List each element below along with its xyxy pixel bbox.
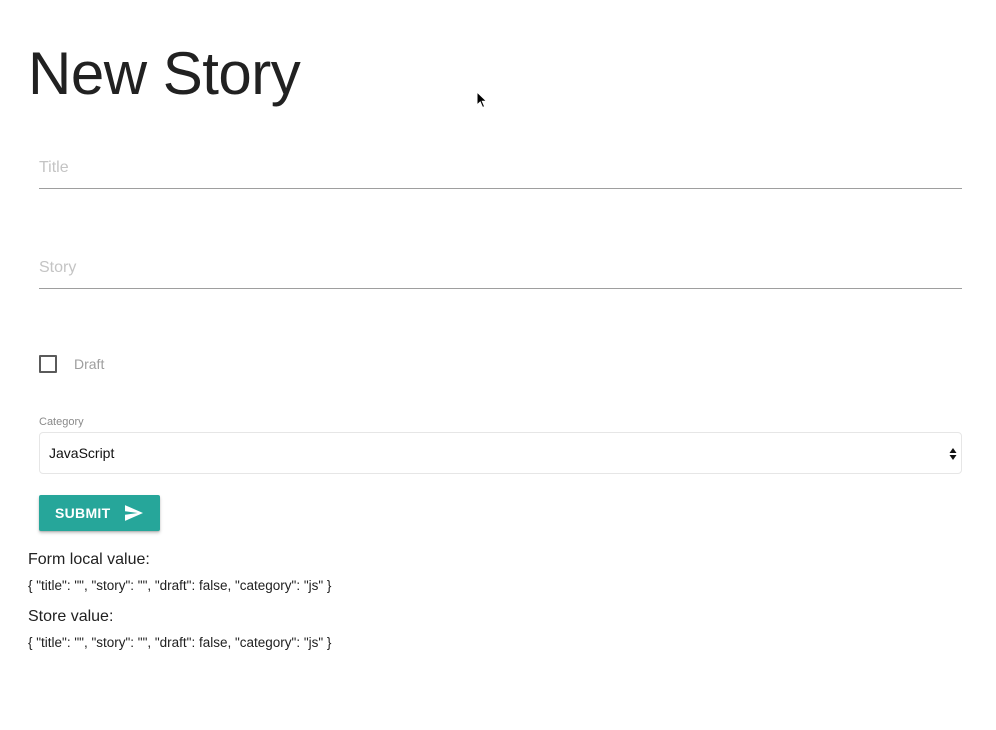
draft-checkbox[interactable] — [39, 355, 57, 373]
store-value-heading: Store value: — [28, 608, 114, 625]
story-field[interactable] — [39, 248, 962, 289]
send-icon — [125, 505, 143, 521]
category-select[interactable]: JavaScript — [39, 432, 962, 474]
title-input[interactable] — [39, 148, 962, 188]
draft-label: Draft — [74, 356, 105, 372]
category-label: Category — [39, 416, 84, 428]
submit-button[interactable]: SUBMIT — [39, 495, 160, 531]
submit-label: SUBMIT — [55, 505, 111, 521]
local-value-heading: Form local value: — [28, 551, 150, 568]
select-arrows-icon — [949, 448, 957, 460]
draft-toggle[interactable]: Draft — [39, 354, 104, 374]
local-value-text: { "title": "", "story": "", "draft": fal… — [28, 578, 332, 593]
story-input[interactable] — [39, 248, 962, 288]
mouse-cursor-icon — [476, 91, 488, 109]
category-selected-value: JavaScript — [49, 445, 115, 461]
title-field[interactable] — [39, 148, 962, 189]
store-value-text: { "title": "", "story": "", "draft": fal… — [28, 635, 332, 650]
page-title: New Story — [28, 40, 301, 107]
